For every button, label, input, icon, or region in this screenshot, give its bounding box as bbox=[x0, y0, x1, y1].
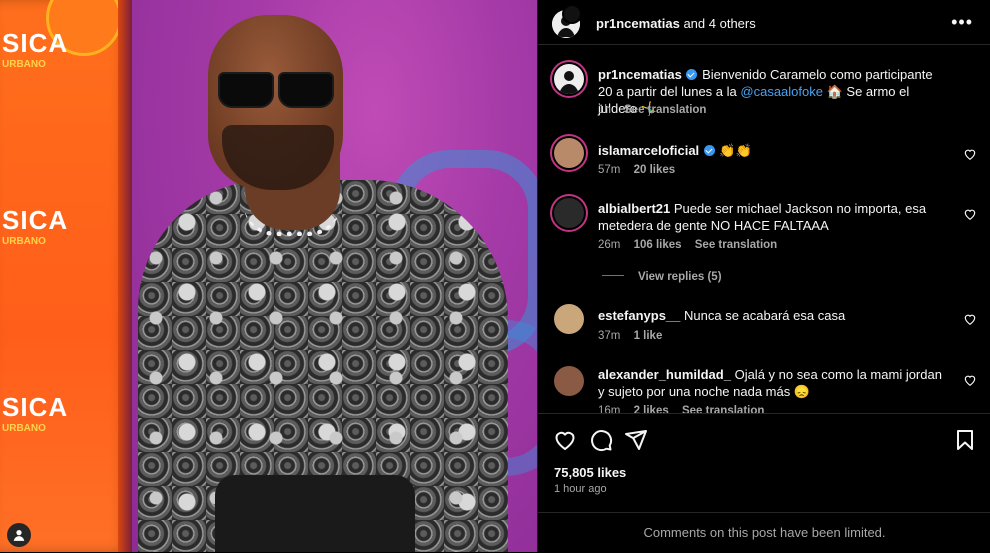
comment-username[interactable]: albialbert21 bbox=[598, 201, 670, 216]
more-options-button[interactable]: ••• bbox=[951, 12, 973, 33]
comment-text: alexander_humildad_ Ojalá y no sea como … bbox=[598, 366, 947, 400]
comment-username[interactable]: islamarceloficial bbox=[598, 143, 699, 158]
comment-username[interactable]: estefanyps__ bbox=[598, 308, 680, 323]
comments-limited-notice: Comments on this post have been limited. bbox=[538, 512, 990, 552]
comment-likes[interactable]: 1 like bbox=[634, 330, 663, 342]
caption-avatar[interactable] bbox=[554, 64, 584, 94]
comment-avatar[interactable] bbox=[554, 138, 584, 168]
panel-edge bbox=[118, 0, 132, 552]
header-username[interactable]: pr1ncematias bbox=[596, 16, 680, 31]
comment-body: Nunca se acabará esa casa bbox=[684, 308, 846, 323]
comment-username[interactable]: alexander_humildad_ bbox=[598, 367, 731, 382]
comment-text: albialbert21 Puede ser michael Jackson n… bbox=[598, 200, 947, 234]
more-horizontal-icon: ••• bbox=[951, 12, 973, 32]
comment-avatar[interactable] bbox=[554, 198, 584, 228]
like-comment-heart-icon[interactable] bbox=[963, 147, 977, 161]
comment-body: 👏👏 bbox=[719, 143, 752, 158]
like-comment-heart-icon[interactable] bbox=[963, 373, 977, 387]
comment-time: 26m bbox=[598, 239, 621, 251]
post-header: pr1ncematias and 4 others ••• bbox=[538, 0, 990, 45]
person-trousers bbox=[215, 475, 415, 552]
comment-avatar[interactable] bbox=[554, 366, 584, 396]
sponsor-logo: SICA URBANO bbox=[2, 28, 69, 70]
see-translation-link[interactable]: See translation bbox=[695, 239, 777, 251]
comment-time: 37m bbox=[598, 330, 621, 342]
post-actions: 75,805 likes 1 hour ago bbox=[538, 413, 990, 513]
post-side-panel: pr1ncematias and 4 others ••• pr1ncemati… bbox=[537, 0, 990, 552]
verified-badge-icon bbox=[686, 69, 698, 80]
like-comment-heart-icon[interactable] bbox=[963, 312, 977, 326]
verified-badge-icon bbox=[703, 145, 715, 156]
sunglasses bbox=[214, 72, 334, 108]
comment-likes[interactable]: 2 likes bbox=[634, 405, 669, 413]
send-icon[interactable] bbox=[624, 428, 648, 452]
post-timestamp[interactable]: 1 hour ago bbox=[554, 483, 607, 495]
comment-avatar[interactable] bbox=[554, 304, 584, 334]
caption-meta: 1h See translation bbox=[598, 104, 716, 116]
comment-text: estefanyps__ Nunca se acabará esa casa bbox=[598, 307, 947, 324]
header-title: pr1ncematias and 4 others bbox=[596, 16, 756, 31]
see-translation-link[interactable]: See translation bbox=[682, 405, 764, 413]
coauthor-avatar[interactable] bbox=[564, 6, 580, 22]
header-others[interactable]: and 4 others bbox=[683, 16, 755, 31]
caption-time: 1h bbox=[598, 104, 611, 116]
comment-meta: 37m 1 like bbox=[598, 330, 672, 342]
comment-meta: 57m 20 likes bbox=[598, 164, 685, 176]
post-media[interactable]: SICA URBANO SICA URBANO SICA URBANO bbox=[0, 0, 537, 552]
caption-username[interactable]: pr1ncematias bbox=[598, 67, 682, 82]
sponsor-logo: SICA URBANO bbox=[2, 205, 69, 247]
caption-mention-link[interactable]: @casaalofoke bbox=[740, 84, 823, 99]
user-icon bbox=[13, 530, 25, 541]
comment-likes[interactable]: 20 likes bbox=[634, 164, 676, 176]
bookmark-icon[interactable] bbox=[953, 428, 977, 452]
comment-meta: 16m 2 likes See translation bbox=[598, 405, 774, 413]
likes-count[interactable]: 75,805 likes bbox=[554, 465, 626, 480]
comments-list[interactable]: pr1ncematias Bienvenido Caramelo como pa… bbox=[538, 46, 990, 413]
sponsor-logo: SICA URBANO bbox=[2, 392, 69, 434]
see-translation-link[interactable]: See translation bbox=[624, 104, 706, 116]
comment-text: islamarceloficial 👏👏 bbox=[598, 142, 947, 159]
comment-time: 57m bbox=[598, 164, 621, 176]
comment-time: 16m bbox=[598, 405, 621, 413]
like-comment-heart-icon[interactable] bbox=[963, 207, 977, 221]
comment-likes[interactable]: 106 likes bbox=[634, 239, 682, 251]
tagged-users-button[interactable] bbox=[7, 523, 31, 547]
comment-meta: 26m 106 likes See translation bbox=[598, 239, 787, 251]
comment-icon[interactable] bbox=[589, 428, 613, 452]
orange-sponsor-panel bbox=[0, 0, 130, 552]
view-replies-button[interactable]: View replies (5) bbox=[602, 271, 722, 283]
heart-icon[interactable] bbox=[553, 428, 577, 452]
